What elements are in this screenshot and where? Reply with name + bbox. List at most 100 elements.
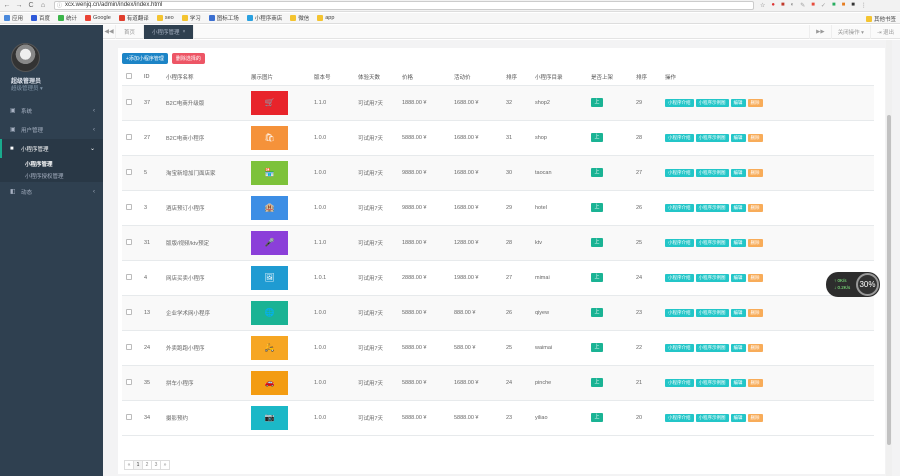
bookmark-item[interactable]: 小程序商店 <box>246 14 282 22</box>
reload-icon[interactable]: C <box>26 1 36 11</box>
avatar[interactable] <box>11 43 40 72</box>
row-checkbox[interactable] <box>122 400 140 436</box>
edit-button[interactable]: 编辑 <box>730 238 746 247</box>
intro-button[interactable]: 小程序介绍 <box>665 98 694 107</box>
logout-button[interactable]: ⇥ 退出 <box>869 25 900 39</box>
edit-button[interactable]: 编辑 <box>730 203 746 212</box>
tab-next-button[interactable]: ▶▶ <box>809 25 830 39</box>
example-image-button[interactable]: 小程序示例图 <box>695 133 729 142</box>
example-image-button[interactable]: 小程序示例图 <box>695 273 729 282</box>
submenu-item-miniprogram-manage[interactable]: 小程序管理 <box>0 158 103 170</box>
other-bookmarks[interactable]: 其他书签 <box>865 15 896 23</box>
example-image-button[interactable]: 小程序示例图 <box>695 98 729 107</box>
bookmark-item[interactable]: 图标工场 <box>208 14 239 22</box>
on-shelf-badge[interactable]: 上 <box>591 413 603 422</box>
bookmark-item[interactable]: seo <box>156 15 174 21</box>
delete-button[interactable]: 删除 <box>747 343 763 352</box>
intro-button[interactable]: 小程序介绍 <box>665 413 694 422</box>
row-checkbox[interactable] <box>122 225 140 261</box>
row-checkbox[interactable] <box>122 295 140 331</box>
on-shelf-badge[interactable]: 上 <box>591 308 603 317</box>
bookmark-item[interactable]: 应用 <box>4 14 23 22</box>
bookmark-item[interactable]: 百度 <box>31 14 50 22</box>
add-miniprogram-button[interactable]: +添加小程序管理 <box>122 53 168 64</box>
on-shelf-badge[interactable]: 上 <box>591 133 603 142</box>
row-checkbox[interactable] <box>122 260 140 296</box>
delete-selected-button[interactable]: 删除选择的 <box>171 53 205 64</box>
home-icon[interactable]: ⌂ <box>38 1 48 11</box>
intro-button[interactable]: 小程序介绍 <box>665 273 694 282</box>
on-shelf-badge[interactable]: 上 <box>591 168 603 177</box>
menu-icon[interactable]: ⋮ <box>861 2 867 9</box>
extension-icon[interactable]: ■ <box>851 2 855 9</box>
intro-button[interactable]: 小程序介绍 <box>665 168 694 177</box>
page-next[interactable]: » <box>160 460 170 470</box>
extension-icon[interactable]: ■ <box>832 2 836 9</box>
row-checkbox[interactable] <box>122 155 140 191</box>
row-checkbox[interactable] <box>122 365 140 401</box>
back-icon[interactable]: ← <box>2 1 12 11</box>
intro-button[interactable]: 小程序介绍 <box>665 238 694 247</box>
forward-icon[interactable]: → <box>14 1 24 11</box>
intro-button[interactable]: 小程序介绍 <box>665 203 694 212</box>
sidebar-item-miniprogram[interactable]: ■ 小程序管理 ⌄ <box>0 139 103 158</box>
edit-button[interactable]: 编辑 <box>730 378 746 387</box>
on-shelf-badge[interactable]: 上 <box>591 98 603 107</box>
edit-button[interactable]: 编辑 <box>730 413 746 422</box>
on-shelf-badge[interactable]: 上 <box>591 343 603 352</box>
extension-icon[interactable]: ◐ <box>791 2 795 9</box>
on-shelf-badge[interactable]: 上 <box>591 273 603 282</box>
example-image-button[interactable]: 小程序示例图 <box>695 203 729 212</box>
bookmark-item[interactable]: app <box>317 15 334 21</box>
submenu-item-auth-manage[interactable]: 小程序授权管理 <box>0 170 103 182</box>
delete-button[interactable]: 删除 <box>747 238 763 247</box>
network-speed-widget[interactable]: ↑ 0K/s ↓ 0.2K/s 30% <box>826 272 880 297</box>
sidebar-item-system[interactable]: ▣ 系统 ‹ <box>0 101 103 120</box>
intro-button[interactable]: 小程序介绍 <box>665 308 694 317</box>
example-image-button[interactable]: 小程序示例图 <box>695 168 729 177</box>
delete-button[interactable]: 删除 <box>747 98 763 107</box>
row-checkbox[interactable] <box>122 120 140 156</box>
row-checkbox[interactable] <box>122 85 140 121</box>
intro-button[interactable]: 小程序介绍 <box>665 378 694 387</box>
sidebar-item-users[interactable]: ▣ 用户管理 ‹ <box>0 120 103 139</box>
delete-button[interactable]: 删除 <box>747 413 763 422</box>
scrollbar-thumb[interactable] <box>887 115 891 445</box>
edit-button[interactable]: 编辑 <box>730 273 746 282</box>
extension-icon[interactable]: ✎ <box>800 2 805 9</box>
delete-button[interactable]: 删除 <box>747 308 763 317</box>
tab-home[interactable]: 首页 <box>116 24 145 39</box>
edit-button[interactable]: 编辑 <box>730 308 746 317</box>
row-checkbox[interactable] <box>122 330 140 366</box>
intro-button[interactable]: 小程序介绍 <box>665 133 694 142</box>
edit-button[interactable]: 编辑 <box>730 168 746 177</box>
example-image-button[interactable]: 小程序示例图 <box>695 378 729 387</box>
example-image-button[interactable]: 小程序示例图 <box>695 413 729 422</box>
on-shelf-badge[interactable]: 上 <box>591 378 603 387</box>
delete-button[interactable]: 删除 <box>747 378 763 387</box>
delete-button[interactable]: 删除 <box>747 168 763 177</box>
delete-button[interactable]: 删除 <box>747 273 763 282</box>
extension-icon[interactable]: ● <box>771 2 775 9</box>
star-icon[interactable]: ☆ <box>760 2 765 9</box>
row-checkbox[interactable] <box>122 190 140 226</box>
delete-button[interactable]: 删除 <box>747 133 763 142</box>
on-shelf-badge[interactable]: 上 <box>591 203 603 212</box>
example-image-button[interactable]: 小程序示例图 <box>695 308 729 317</box>
bookmark-item[interactable]: Google <box>85 15 111 21</box>
close-actions-dropdown[interactable]: 关闭操作 ▾ <box>830 25 870 39</box>
user-role-dropdown[interactable]: 超级管理员 ▾ <box>11 84 43 92</box>
extension-icon[interactable]: ✓ <box>821 2 826 9</box>
example-image-button[interactable]: 小程序示例图 <box>695 238 729 247</box>
intro-button[interactable]: 小程序介绍 <box>665 343 694 352</box>
edit-button[interactable]: 编辑 <box>730 98 746 107</box>
bookmark-item[interactable]: 学习 <box>181 14 201 22</box>
close-icon[interactable]: × <box>183 29 186 35</box>
extension-icon[interactable]: ■ <box>811 2 815 9</box>
extension-icon[interactable]: ■ <box>781 2 785 9</box>
bookmark-item[interactable]: 有道翻译 <box>118 14 149 22</box>
edit-button[interactable]: 编辑 <box>730 133 746 142</box>
address-bar[interactable]: ⓘ xcx.wenjq.cn/admin/index/index.html <box>54 1 754 10</box>
delete-button[interactable]: 删除 <box>747 203 763 212</box>
sidebar-item-news[interactable]: ◧ 动态 ‹ <box>0 182 103 201</box>
